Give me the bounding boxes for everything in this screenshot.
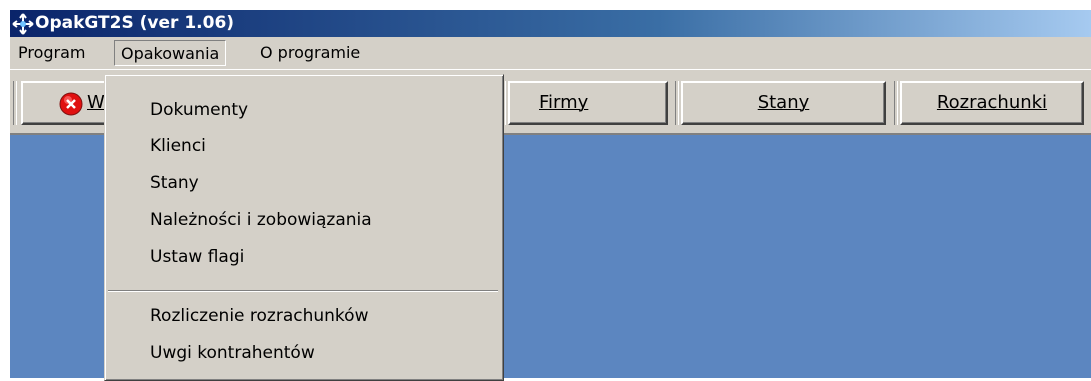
- stany-button[interactable]: Stany: [681, 81, 886, 125]
- app-icon: [11, 13, 35, 35]
- menu-opakowania[interactable]: Opakowania: [114, 40, 227, 66]
- menu-bar: Program Opakowania O programie: [10, 37, 1091, 69]
- menu-item-dokumenty[interactable]: Dokumenty: [150, 97, 248, 123]
- menu-program[interactable]: Program: [12, 40, 92, 66]
- toolbar-separator: [894, 81, 898, 125]
- window-title: OpakGT2S (ver 1.06): [35, 13, 235, 33]
- menu-item-label: Stany: [150, 173, 199, 193]
- menu-item-label: Klienci: [150, 136, 206, 156]
- menu-item-label: Dokumenty: [150, 100, 249, 120]
- menu-item-label: Rozliczenie rozrachunków: [150, 306, 369, 326]
- menu-item-naleznosci[interactable]: Należności i zobowiązania: [150, 207, 372, 233]
- menu-item-label: Uwgi kontrahentów: [150, 343, 315, 363]
- menu-item-klienci[interactable]: Klienci: [150, 133, 206, 159]
- menu-item-uwagi[interactable]: Uwgi kontrahentów: [150, 340, 315, 366]
- menu-item-label: Należności i zobowiązania: [150, 210, 372, 230]
- menu-item-rozliczenie[interactable]: Rozliczenie rozrachunków: [150, 303, 368, 329]
- firmy-button[interactable]: Firmy: [508, 81, 668, 125]
- exit-icon: [59, 91, 83, 116]
- menu-item-label: Ustaw flagi: [150, 247, 245, 267]
- menu-o-programie[interactable]: O programie: [254, 40, 366, 66]
- firmy-button-label: Firmy: [539, 92, 589, 113]
- rozrachunki-button-label: Rozrachunki: [936, 92, 1048, 113]
- menu-item-stany[interactable]: Stany: [150, 170, 199, 196]
- rozrachunki-button[interactable]: Rozrachunki: [900, 81, 1084, 125]
- menu-item-ustaw-flagi[interactable]: Ustaw flagi: [150, 244, 244, 270]
- title-bar[interactable]: OpakGT2S (ver 1.06): [10, 10, 1091, 37]
- opakowania-dropdown-menu: Dokumenty Klienci Stany Należności i zob…: [104, 74, 504, 381]
- toolbar-separator: [13, 81, 17, 125]
- exit-button-label: W: [87, 92, 105, 113]
- stany-button-label: Stany: [757, 92, 810, 113]
- menu-separator: [108, 290, 498, 292]
- toolbar-separator: [675, 81, 679, 125]
